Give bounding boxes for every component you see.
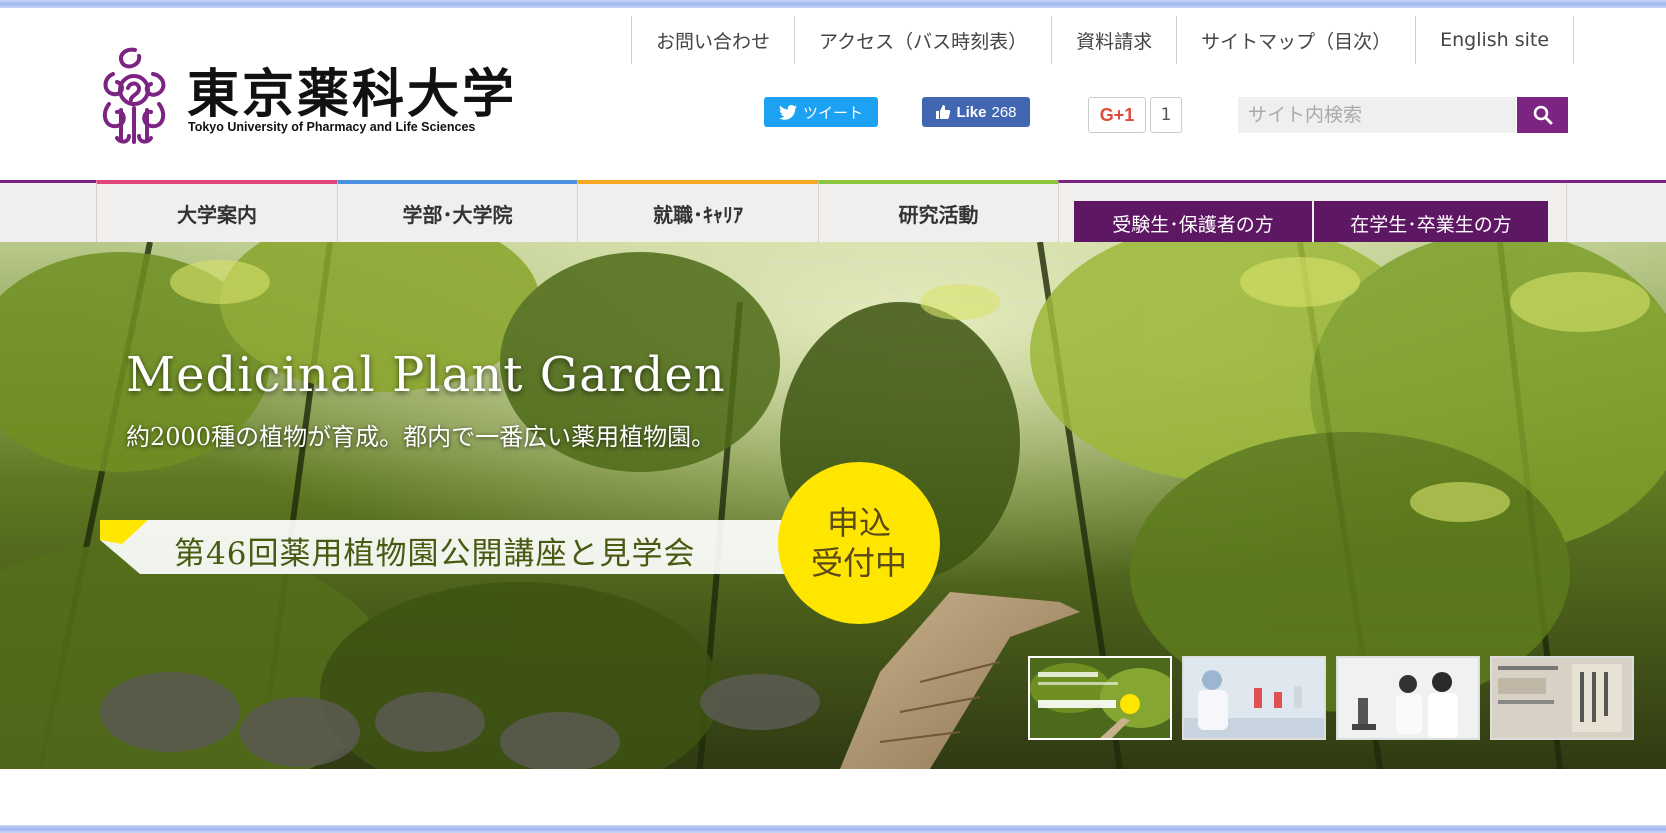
- thumb-plant-garden[interactable]: [1028, 656, 1172, 740]
- thumbs-up-icon: [936, 105, 951, 119]
- event-banner-text: 第46回薬用植物園公開講座と見学会: [174, 536, 696, 572]
- main-navigation: 大学案内 学部･大学院 就職･ｷｬﾘｱ 研究活動 受験生･保護者の方 在学生･卒…: [0, 180, 1666, 245]
- browser-frame-bottom: [0, 825, 1666, 833]
- nav-divider: [1058, 180, 1059, 242]
- hero-slider[interactable]: Medicinal Plant Garden 約2000種の植物が育成。都内で一…: [0, 242, 1666, 769]
- utility-links: お問い合わせ アクセス（バス時刻表） 資料請求 サイトマップ（目次） Engli…: [631, 16, 1575, 64]
- nav-applicants-button[interactable]: 受験生･保護者の方: [1074, 201, 1312, 245]
- university-logo[interactable]: 東京薬科大学 Tokyo University of Pharmacy and …: [95, 40, 535, 150]
- thumb-laboratory[interactable]: [1182, 656, 1326, 740]
- search-button[interactable]: [1517, 97, 1568, 133]
- access-link[interactable]: アクセス（バス時刻表）: [794, 16, 1051, 64]
- english-site-link[interactable]: English site: [1415, 16, 1575, 64]
- thumb-history-document[interactable]: [1490, 656, 1634, 740]
- nav-research[interactable]: 研究活動: [818, 180, 1058, 242]
- twitter-bird-icon: [778, 104, 797, 120]
- event-banner[interactable]: 第46回薬用植物園公開講座と見学会: [100, 520, 820, 574]
- badge-line-2: 受付中: [810, 544, 907, 582]
- sitemap-link[interactable]: サイトマップ（目次）: [1176, 16, 1415, 64]
- search-input[interactable]: [1238, 97, 1516, 133]
- nav-faculties[interactable]: 学部･大学院: [337, 180, 577, 242]
- browser-frame-top: [0, 0, 1666, 8]
- thumb-microscope-students[interactable]: [1336, 656, 1480, 740]
- request-materials-link[interactable]: 資料請求: [1051, 16, 1176, 64]
- nav-about[interactable]: 大学案内: [96, 180, 337, 242]
- logo-japanese-name: 東京薬科大学: [187, 65, 518, 125]
- like-count: 268: [991, 103, 1017, 121]
- slider-thumbnails: [1028, 656, 1634, 740]
- university-crest-icon: [102, 47, 166, 144]
- nav-students-alumni-button[interactable]: 在学生･卒業生の方: [1314, 201, 1548, 245]
- hero-title: Medicinal Plant Garden: [126, 347, 726, 403]
- site-search: [1238, 97, 1568, 133]
- search-icon: [1533, 105, 1552, 125]
- like-label: Like: [956, 103, 987, 121]
- badge-line-1: 申込: [826, 504, 891, 542]
- tweet-label: ツイート: [802, 103, 863, 122]
- facebook-like-button[interactable]: Like 268: [922, 97, 1030, 127]
- hero-subtitle: 約2000種の植物が育成。都内で一番広い薬用植物園。: [126, 423, 716, 451]
- logo-english-name: Tokyo University of Pharmacy and Life Sc…: [188, 120, 476, 134]
- tweet-button[interactable]: ツイート: [764, 97, 878, 127]
- nav-careers[interactable]: 就職･ｷｬﾘｱ: [577, 180, 818, 242]
- google-plus-button[interactable]: G+1: [1088, 97, 1146, 133]
- google-plus-count: 1: [1150, 97, 1182, 133]
- contact-link[interactable]: お問い合わせ: [631, 16, 794, 64]
- nav-end-divider: [1566, 183, 1567, 242]
- application-open-badge[interactable]: 申込 受付中: [778, 462, 940, 624]
